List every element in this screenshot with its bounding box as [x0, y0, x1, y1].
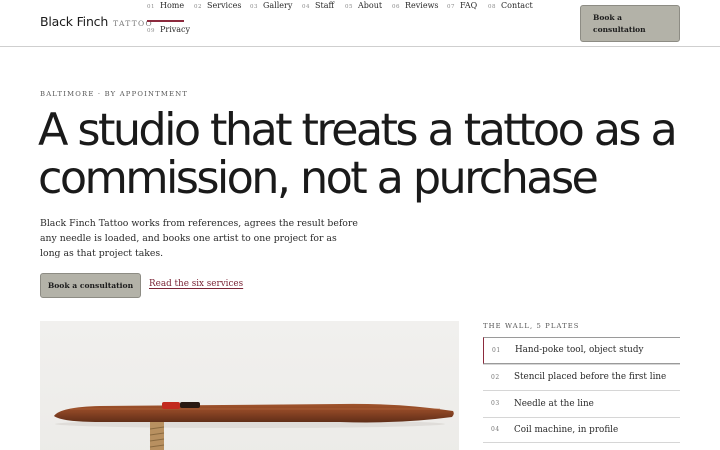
plate-list-item[interactable]: 04 Coil machine, in profile: [483, 416, 680, 443]
brand-logo[interactable]: Black Finch TATTOO: [40, 14, 153, 29]
plate-image: [40, 321, 459, 450]
nav-label: Services: [207, 1, 242, 10]
nav-label: Privacy: [160, 25, 191, 34]
hero-lede: Black Finch Tattoo works from references…: [40, 218, 358, 259]
plate-list-item[interactable]: 02 Stencil placed before the first line: [483, 363, 680, 391]
plate-number: 01: [492, 346, 501, 354]
hand-poke-tool-illustration: [54, 402, 454, 450]
nav-label: Staff: [315, 1, 335, 10]
nav-item-staff[interactable]: 04 Staff: [302, 1, 334, 21]
plate-number: 02: [491, 373, 500, 381]
nav-item-reviews[interactable]: 06 Reviews: [392, 1, 439, 21]
nav-number: 04: [302, 4, 310, 10]
book-consultation-button[interactable]: Book a consultation: [40, 273, 141, 298]
nav-number: 03: [250, 4, 258, 10]
nav-number: 08: [488, 4, 496, 10]
plate-title: Hand-poke tool, object study: [515, 345, 644, 356]
nav-number: 07: [447, 4, 455, 10]
nav-item-privacy[interactable]: 09 Privacy: [147, 25, 190, 45]
plate-number: 03: [491, 400, 500, 408]
plate-title: Needle at the line: [514, 398, 594, 409]
nav-item-services[interactable]: 02 Services: [194, 1, 241, 21]
services-link[interactable]: Read the six services: [149, 279, 243, 289]
nav-number: 01: [147, 4, 155, 10]
nav-label: Reviews: [405, 1, 439, 10]
plate-number: 04: [491, 426, 500, 434]
nav-item-contact[interactable]: 08 Contact: [488, 1, 533, 21]
nav-item-home[interactable]: 01 Home: [147, 1, 185, 22]
brand-name: Black Finch: [40, 14, 109, 29]
nav-label: Contact: [501, 1, 533, 10]
site-header: Black Finch TATTOO 01 Home 02 Services 0…: [0, 0, 720, 47]
nav-number: 05: [345, 4, 353, 10]
plate-title: Coil machine, in profile: [514, 424, 619, 435]
plate-title: Stencil placed before the first line: [514, 372, 667, 383]
nav-number: 06: [392, 4, 400, 10]
hero-eyebrow: BALTIMORE · BY APPOINTMENT: [40, 90, 189, 98]
nav-item-gallery[interactable]: 03 Gallery: [250, 1, 292, 21]
hero-headline: A studio that treats a tattoo as a commi…: [38, 105, 678, 204]
nav-item-faq[interactable]: 07 FAQ: [447, 1, 477, 21]
nav-label: Gallery: [263, 1, 293, 10]
header-book-consultation-button[interactable]: Book a consultation: [580, 5, 680, 42]
nav-label: About: [358, 1, 383, 10]
nav-number: 02: [194, 4, 202, 10]
nav-item-about[interactable]: 05 About: [345, 1, 382, 21]
plate-list: 01 Hand-poke tool, object study 02 Stenc…: [483, 337, 680, 443]
nav-label: Home: [160, 1, 185, 10]
nav-number: 09: [147, 28, 155, 34]
plate-list-item[interactable]: 01 Hand-poke tool, object study: [483, 337, 680, 364]
wall-label: THE WALL, 5 PLATES: [483, 322, 580, 330]
plate-list-item[interactable]: 03 Needle at the line: [483, 390, 680, 417]
nav-label: FAQ: [460, 1, 478, 10]
